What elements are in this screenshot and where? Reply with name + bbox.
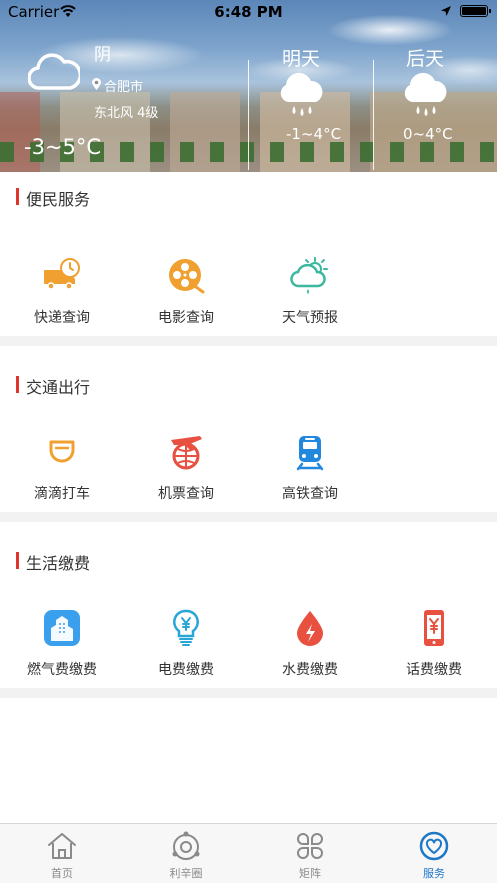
tab-lixin-circle[interactable]: 利辛圈 [146, 830, 226, 881]
battery-icon [460, 5, 491, 17]
section-title: 便民服务 [16, 186, 90, 210]
rain-cloud-icon [280, 72, 323, 116]
today-city: 合肥市 [104, 80, 144, 95]
tab-label: 服务 [423, 867, 445, 880]
service-label: 燃气费缴费 [27, 662, 97, 678]
weather-forecast-button[interactable]: 天气预报 [255, 256, 365, 327]
status-bar: Carrier 6:48 PM [0, 0, 497, 24]
water-bill-button[interactable]: 水费缴费 [255, 608, 365, 679]
today-condition: 阴 [94, 45, 111, 65]
film-reel-icon [169, 259, 205, 294]
transport-section: 交通出行 滴滴打车 机票查询 高铁查询 [0, 346, 497, 512]
section-title: 交通出行 [16, 374, 90, 398]
day-after-temperature: 0~4°C [403, 125, 453, 143]
didi-taxi-button[interactable]: 滴滴打车 [7, 432, 117, 503]
bills-section: 生活缴费 燃气费缴费 电费缴费 水费缴费 话费缴费 [0, 522, 497, 688]
delivery-truck-icon [44, 258, 80, 290]
didi-cup-icon [49, 440, 75, 463]
service-label: 快递查询 [34, 310, 90, 326]
tab-matrix[interactable]: 矩阵 [270, 830, 350, 881]
today-temperature: -3~5°C [24, 135, 102, 159]
rain-cloud-icon [404, 72, 447, 116]
lightbulb-yen-icon [173, 609, 199, 646]
tab-label: 利辛圈 [169, 867, 203, 880]
today-wind: 东北风 4级 [94, 106, 159, 121]
home-icon [48, 833, 76, 859]
circle-icon [172, 831, 200, 860]
weather-icon [290, 257, 328, 294]
tomorrow-label: 明天 [282, 48, 321, 70]
section-gap [0, 512, 497, 522]
heart-service-icon [419, 831, 449, 861]
flight-query-button[interactable]: 机票查询 [131, 432, 241, 503]
service-label: 天气预报 [282, 310, 338, 326]
gas-building-icon [44, 610, 80, 646]
cloud-icon [28, 53, 80, 90]
weather-divider [248, 60, 249, 170]
service-label: 机票查询 [158, 486, 214, 502]
tab-label: 首页 [51, 867, 73, 880]
gas-bill-button[interactable]: 燃气费缴费 [7, 608, 117, 679]
location-pin-icon [92, 78, 101, 90]
water-drop-icon [297, 611, 323, 646]
section-title: 生活缴费 [16, 550, 90, 574]
location-arrow-icon [441, 6, 451, 16]
high-speed-rail-button[interactable]: 高铁查询 [255, 432, 365, 503]
plane-globe-icon [171, 436, 202, 470]
grid-icon [296, 833, 324, 859]
service-label: 话费缴费 [406, 662, 462, 678]
tomorrow-temperature: -1~4°C [286, 125, 342, 143]
train-icon [296, 436, 324, 471]
service-label: 滴滴打车 [34, 486, 90, 502]
status-time: 6:48 PM [214, 3, 283, 21]
tab-home[interactable]: 首页 [22, 830, 102, 881]
phone-yen-icon [424, 610, 444, 646]
tab-bar: 首页 利辛圈 矩阵 服务 [0, 823, 497, 883]
tab-label: 矩阵 [299, 867, 321, 880]
service-label: 电影查询 [158, 310, 214, 326]
section-gap [0, 336, 497, 346]
convenience-section: 便民服务 快递查询 电影查询 天气预报 [0, 172, 497, 336]
express-query-button[interactable]: 快递查询 [7, 256, 117, 327]
tab-services[interactable]: 服务 [394, 830, 474, 881]
weather-divider [373, 60, 374, 170]
electricity-bill-button[interactable]: 电费缴费 [131, 608, 241, 679]
service-label: 水费缴费 [282, 662, 338, 678]
service-label: 电费缴费 [158, 662, 214, 678]
movie-query-button[interactable]: 电影查询 [131, 256, 241, 327]
day-after-label: 后天 [406, 48, 445, 70]
weather-banner: Carrier 6:48 PM 阴 合肥市 东北风 4级 -3~5°C 明天 -… [0, 0, 497, 172]
phone-bill-button[interactable]: 话费缴费 [379, 608, 489, 679]
section-gap [0, 688, 497, 698]
service-label: 高铁查询 [282, 486, 338, 502]
